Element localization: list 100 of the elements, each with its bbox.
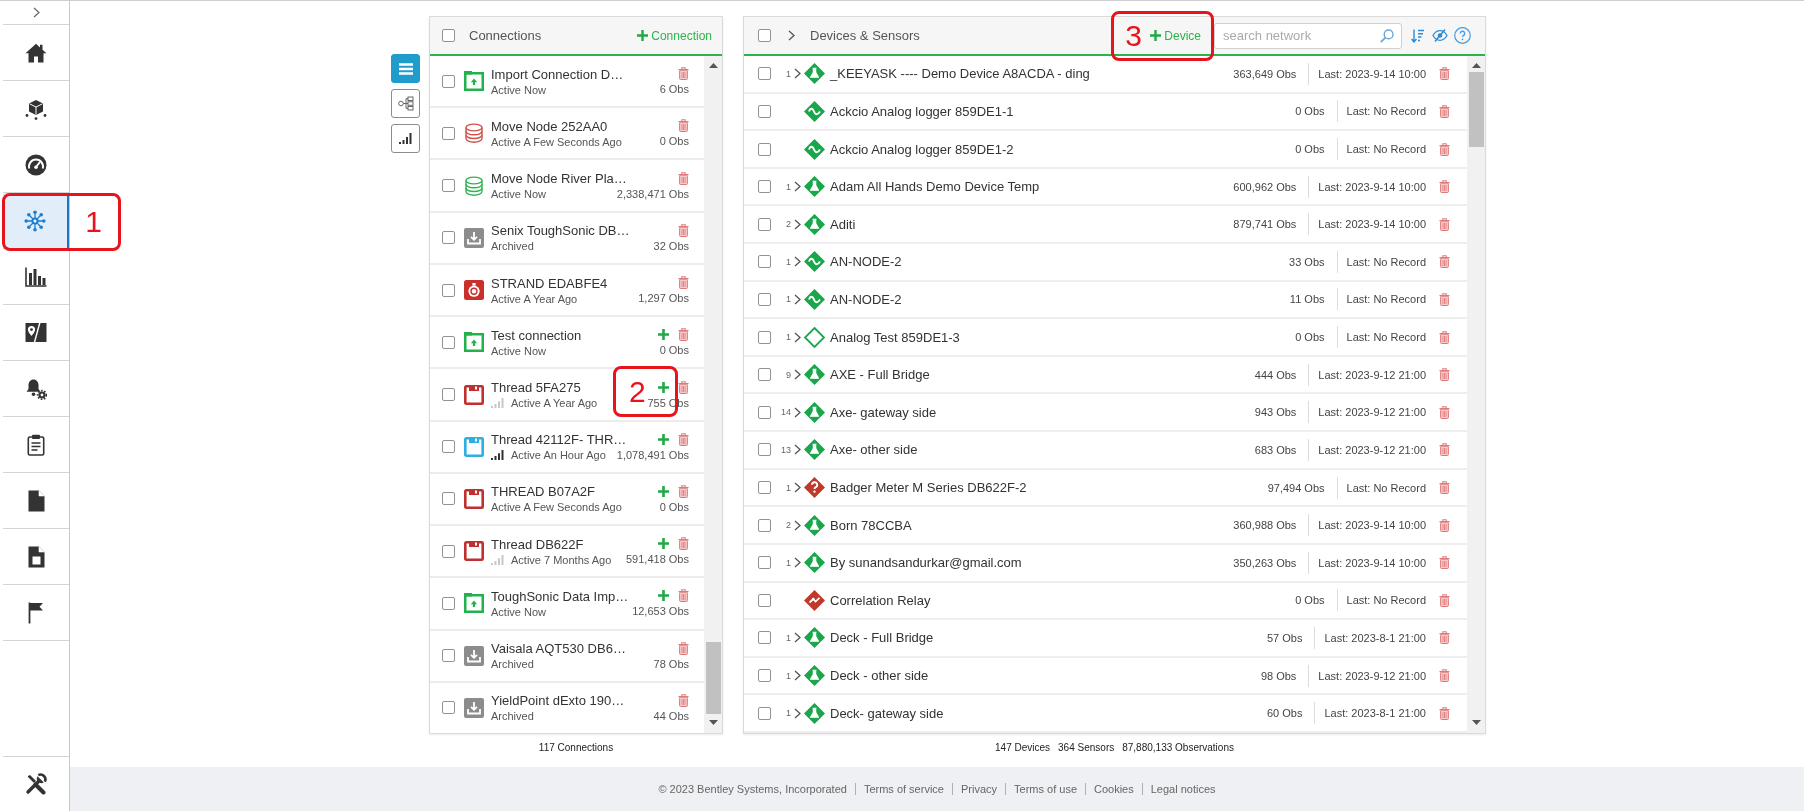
trash-icon[interactable]: [1439, 292, 1450, 306]
connection-row[interactable]: Senix ToughSonic DB… Archived 32 Obs: [430, 212, 704, 263]
help-icon[interactable]: [1454, 27, 1471, 44]
chevron-icon[interactable]: [794, 707, 801, 719]
trash-icon[interactable]: [678, 380, 689, 394]
connection-row[interactable]: YieldPoint dExto 190… Archived 44 Obs: [430, 682, 704, 733]
sort-icon[interactable]: [1411, 28, 1424, 43]
footer-link[interactable]: Terms of use: [1014, 783, 1077, 795]
trash-icon[interactable]: [678, 223, 689, 237]
eye-slash-icon[interactable]: [1432, 29, 1448, 42]
checkbox[interactable]: [442, 701, 455, 715]
chevron-icon[interactable]: [794, 632, 801, 644]
trash-icon[interactable]: [678, 328, 689, 342]
checkbox[interactable]: [442, 596, 455, 610]
checkbox[interactable]: [442, 335, 455, 349]
chevron-icon[interactable]: [794, 369, 801, 381]
plus-icon[interactable]: [658, 381, 669, 393]
trash-icon[interactable]: [1439, 104, 1450, 118]
trash-icon[interactable]: [1439, 481, 1450, 494]
scrollbar[interactable]: [1467, 56, 1485, 733]
checkbox[interactable]: [442, 440, 455, 454]
plus-icon[interactable]: [658, 486, 669, 497]
trash-icon[interactable]: [678, 693, 689, 707]
chevron-icon[interactable]: [794, 293, 801, 305]
trash-icon[interactable]: [1439, 631, 1450, 645]
checkbox[interactable]: [758, 556, 771, 570]
plus-icon[interactable]: [658, 538, 669, 550]
search-icon[interactable]: [1380, 28, 1394, 43]
checkbox[interactable]: [442, 231, 455, 245]
chevron-icon[interactable]: [788, 30, 795, 41]
checkbox[interactable]: [758, 180, 771, 194]
footer-link[interactable]: Privacy: [960, 783, 998, 795]
checkbox[interactable]: [758, 292, 771, 306]
checkbox[interactable]: [442, 126, 455, 140]
checkbox[interactable]: [758, 706, 771, 720]
checkbox[interactable]: [442, 649, 455, 663]
chevron-icon[interactable]: [794, 68, 801, 80]
scrollbar[interactable]: [704, 56, 722, 733]
chevron-icon[interactable]: [794, 670, 801, 682]
checkbox[interactable]: [442, 283, 455, 297]
trash-icon[interactable]: [1439, 142, 1450, 156]
scroll-up-icon[interactable]: [1471, 63, 1481, 68]
footer-link[interactable]: Cookies: [1094, 783, 1134, 795]
connection-row[interactable]: Vaisala AQT530 DB6… Archived 78 Obs: [430, 630, 704, 681]
trash-icon[interactable]: [1439, 593, 1450, 607]
checkbox[interactable]: [758, 368, 771, 382]
chevron-icon[interactable]: [794, 482, 801, 493]
search-field[interactable]: search network: [1214, 22, 1402, 49]
trash-icon[interactable]: [678, 119, 689, 133]
connection-row[interactable]: STRAND EDABFE4 Active A Year Ago 1,297 Obs: [430, 264, 704, 316]
trash-icon[interactable]: [1439, 706, 1450, 720]
checkbox[interactable]: [758, 104, 771, 118]
trash-icon[interactable]: [1439, 669, 1450, 683]
trash-icon[interactable]: [1439, 443, 1450, 457]
trash-icon[interactable]: [678, 171, 689, 185]
connection-row[interactable]: Move Node River Pla… Active Now 2,338,471 Obs: [430, 160, 704, 211]
chevron-icon[interactable]: [794, 331, 801, 343]
checkbox[interactable]: [442, 388, 455, 401]
chevron-icon[interactable]: [794, 406, 801, 418]
checkbox[interactable]: [758, 481, 771, 494]
checkbox[interactable]: [758, 669, 771, 683]
chevron-icon[interactable]: [794, 444, 801, 456]
checkbox[interactable]: [758, 67, 771, 81]
trash-icon[interactable]: [678, 537, 689, 551]
plus-icon[interactable]: [658, 433, 669, 445]
checkbox[interactable]: [758, 217, 771, 231]
trash-icon[interactable]: [1439, 330, 1450, 344]
chevron-icon[interactable]: [794, 218, 801, 230]
checkbox[interactable]: [758, 142, 771, 156]
checkbox[interactable]: [758, 631, 771, 645]
checkbox[interactable]: [758, 255, 771, 269]
trash-icon[interactable]: [1439, 556, 1450, 570]
scrollbar-thumb[interactable]: [705, 642, 721, 714]
trash-icon[interactable]: [678, 589, 689, 603]
connection-row[interactable]: Test connection Active Now 0 Obs: [430, 317, 704, 368]
chevron-icon[interactable]: [794, 519, 801, 531]
plus-icon[interactable]: [658, 590, 669, 602]
checkbox[interactable]: [758, 443, 771, 457]
checkbox[interactable]: [758, 405, 771, 419]
connection-row[interactable]: Thread DB622F Active 7 Months Ago 591,418 Obs: [430, 526, 704, 577]
connection-row[interactable]: Import Connection D… Active Now 6 Obs: [430, 56, 704, 107]
trash-icon[interactable]: [678, 641, 689, 655]
checkbox[interactable]: [758, 29, 771, 42]
trash-icon[interactable]: [1439, 180, 1450, 194]
scroll-up-icon[interactable]: [708, 63, 718, 68]
checkbox[interactable]: [442, 29, 455, 42]
trash-icon[interactable]: [1439, 405, 1450, 419]
view-toggle-button[interactable]: [391, 89, 420, 118]
chevron-icon[interactable]: [794, 256, 801, 268]
plus-icon[interactable]: [658, 329, 669, 341]
scroll-down-icon[interactable]: [1471, 720, 1481, 725]
checkbox[interactable]: [758, 518, 771, 532]
trash-icon[interactable]: [678, 67, 689, 81]
trash-icon[interactable]: [678, 276, 689, 290]
scroll-down-icon[interactable]: [708, 720, 718, 725]
scrollbar-thumb[interactable]: [1468, 72, 1484, 147]
footer-link[interactable]: Legal notices: [1150, 783, 1216, 795]
trash-icon[interactable]: [1439, 67, 1450, 81]
trash-icon[interactable]: [678, 485, 689, 498]
connection-row[interactable]: THREAD B07A2F Active A Few Seconds Ago 0 Obs: [430, 473, 704, 525]
